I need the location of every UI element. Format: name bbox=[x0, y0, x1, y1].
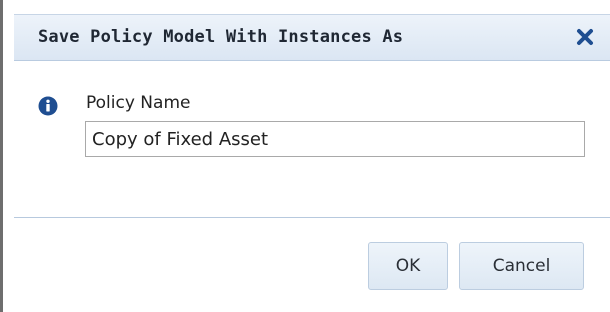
dialog-title: Save Policy Model With Instances As bbox=[38, 27, 404, 47]
policy-name-input[interactable] bbox=[85, 121, 585, 157]
policy-name-label: Policy Name bbox=[86, 93, 191, 113]
window-edge bbox=[0, 0, 3, 312]
save-dialog: Save Policy Model With Instances As Poli… bbox=[14, 0, 610, 312]
dialog-titlebar: Save Policy Model With Instances As bbox=[14, 14, 610, 61]
ok-button[interactable]: OK bbox=[368, 242, 448, 290]
close-icon[interactable] bbox=[574, 26, 596, 48]
footer-divider bbox=[14, 217, 610, 218]
info-icon bbox=[38, 96, 58, 116]
cancel-button[interactable]: Cancel bbox=[459, 242, 584, 290]
